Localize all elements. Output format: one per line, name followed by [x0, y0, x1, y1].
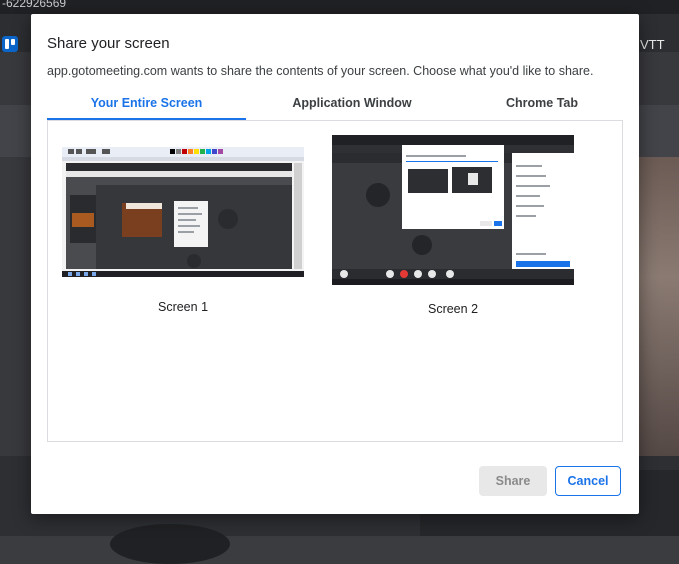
background-avatar-circle — [110, 524, 230, 564]
share-button[interactable]: Share — [479, 466, 547, 496]
dialog-subtitle: app.gotomeeting.com wants to share the c… — [47, 64, 594, 78]
screen-2-label: Screen 2 — [427, 302, 479, 316]
background-app-label: VTT — [640, 37, 665, 52]
screen-list-panel: Screen 1 Screen 2 — [47, 120, 623, 442]
tab-entire-screen[interactable]: Your Entire Screen — [47, 90, 246, 120]
background-video-tile — [638, 157, 679, 457]
share-tabs: Your Entire Screen Application Window Ch… — [47, 90, 623, 120]
tab-application-window[interactable]: Application Window — [259, 90, 445, 120]
screen-1-option[interactable]: Screen 1 — [62, 141, 304, 314]
dialog-title: Share your screen — [47, 35, 170, 52]
background-top-bar: -622926569 — [0, 0, 679, 14]
background-phone-number: -622926569 — [2, 0, 67, 10]
cancel-button[interactable]: Cancel — [555, 466, 621, 496]
tab-chrome-tab[interactable]: Chrome Tab — [473, 90, 611, 120]
trello-icon — [2, 36, 18, 52]
screen-2-thumbnail — [332, 135, 574, 285]
screen-1-label: Screen 1 — [157, 300, 209, 314]
share-screen-dialog: Share your screen app.gotomeeting.com wa… — [31, 14, 639, 514]
screen-1-thumbnail — [62, 141, 304, 277]
screen-2-option[interactable]: Screen 2 — [332, 135, 574, 316]
